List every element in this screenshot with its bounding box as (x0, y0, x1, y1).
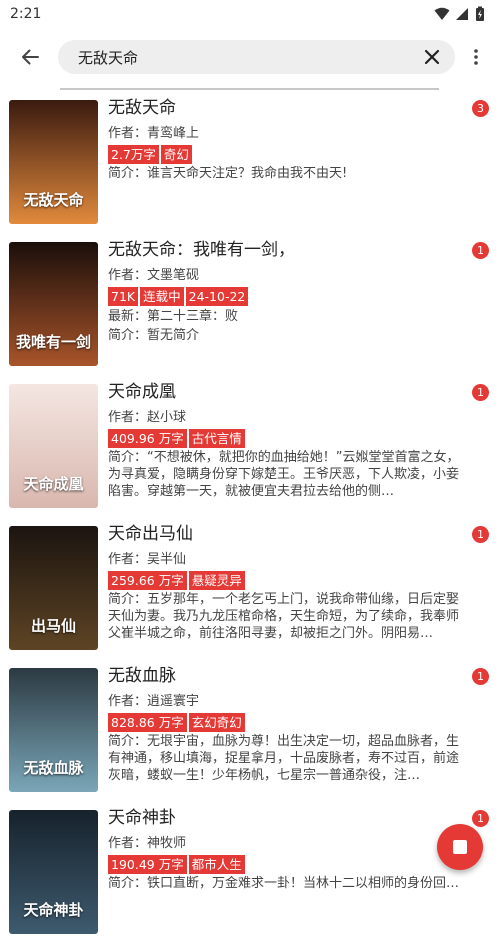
close-icon (424, 49, 440, 65)
cover-title-art: 我唯有一剑 (15, 333, 91, 351)
source-count-badge: 3 (472, 100, 489, 117)
book-author: 作者：神牧师 (108, 836, 187, 851)
book-cover: 出马仙 (9, 526, 98, 650)
book-title: 天命成凰 (108, 382, 176, 402)
book-tags: 259.66 万字 悬疑灵异 (108, 571, 461, 590)
book-tag: 71K (108, 287, 139, 306)
book-author: 作者：赵小球 (108, 410, 187, 425)
cover-title-art: 出马仙 (30, 617, 76, 635)
more-vert-icon (474, 49, 478, 65)
search-input[interactable] (76, 47, 419, 67)
book-tag: 玄幻奇幻 (188, 713, 245, 732)
book-author: 作者：逍遥寰宇 (108, 694, 200, 709)
more-options-button[interactable] (461, 35, 491, 79)
book-info: 无敌天命作者：青鸾峰上 2.7万字 奇幻简介：谁言天命天注定？我命由我不由天! (98, 90, 491, 232)
book-cover: 天命神卦 (9, 810, 98, 934)
cover-title-art: 无敌血脉 (23, 759, 84, 777)
book-tag: 409.96 万字 (108, 429, 187, 448)
book-info: 天命神卦作者：神牧师 190.49 万字 都市人生简介：铁口直断，万金难求一卦！当林… (98, 800, 491, 942)
book-tags: 190.49 万字 都市人生 (108, 855, 461, 874)
cover-title-art: 无敌天命 (23, 191, 84, 209)
cover-title-art: 天命神卦 (23, 901, 84, 919)
book-tag: 828.86 万字 (108, 713, 187, 732)
book-tag: 悬疑灵异 (188, 571, 245, 590)
book-cover: 天命成凰 (9, 384, 98, 508)
book-tags: 828.86 万字 玄幻奇幻 (108, 713, 461, 732)
battery-icon (476, 6, 484, 21)
signal-icon (456, 8, 468, 20)
book-tags: 71K 连载中 24-10-22 (108, 287, 461, 306)
book-info: 天命出马仙作者：吴半仙 259.66 万字 悬疑灵异简介：五岁那年，一个老乞丐上门，… (98, 516, 491, 658)
book-tag: 190.49 万字 (108, 855, 187, 874)
status-icons (434, 6, 485, 22)
book-cover: 无敌天命 (9, 100, 98, 224)
wifi-icon (434, 7, 450, 20)
source-count-badge: 1 (472, 810, 489, 827)
source-count-badge: 1 (472, 384, 489, 401)
arrow-left-icon (22, 49, 39, 65)
book-tag: 2.7万字 (108, 145, 159, 164)
book-intro: 简介：暂无简介 (108, 328, 200, 343)
book-info: 无敌血脉作者：逍遥寰宇 828.86 万字 玄幻奇幻简介：无垠宇宙，血脉为尊！出生决… (98, 658, 491, 800)
search-box (58, 40, 455, 74)
source-count-badge: 1 (472, 242, 489, 259)
status-time: 2:21 (10, 6, 42, 22)
book-list-item[interactable]: 天命神卦 天命神卦 作者：神牧师 190.49 万字 都市人生 简介：铁口直断，万金难求一… (0, 800, 499, 942)
book-list-item[interactable]: 无敌天命 无敌天命 作者：青鸾峰上 2.7万字 奇幻 简介：谁言天命天注定？我命由我不由天… (0, 90, 499, 232)
book-intro: 简介：“不想被休，就把你的血抽给她！”云娰堂堂首富之女，为寻真爱，隐瞒身份穿下嫁… (108, 450, 460, 499)
book-title: 无敌天命 (108, 98, 176, 118)
book-title: 天命神卦 (108, 808, 176, 828)
book-author: 作者：青鸾峰上 (108, 126, 200, 141)
book-tag: 奇幻 (160, 145, 192, 164)
book-latest-chapter: 最新：第二十三章：败 (108, 309, 239, 324)
book-info: 天命成凰作者：赵小球 409.96 万字 古代言情简介：“不想被休，就把你的血抽给她… (98, 374, 491, 516)
stop-icon (453, 840, 467, 854)
book-author: 作者：文墨笔砚 (108, 268, 200, 283)
book-intro: 简介：谁言天命天注定？我命由我不由天! (108, 166, 348, 181)
book-info: 无敌天命：我唯有一剑， 作者：文墨笔砚 71K 连载中 24-10-22 最新：第二十三章… (98, 232, 491, 374)
book-tag: 24-10-22 (185, 287, 249, 306)
book-tags: 2.7万字 奇幻 (108, 145, 461, 164)
back-button[interactable] (8, 35, 52, 79)
clear-search-button[interactable] (419, 44, 445, 70)
app-bar (0, 28, 499, 86)
book-tags: 409.96 万字 古代言情 (108, 429, 461, 448)
book-list-item[interactable]: 我唯有一剑 无敌天命：我唯有一剑， 作者：文墨笔砚 71K 连载中 24-10-22 最新：… (0, 232, 499, 374)
book-list-item[interactable]: 天命成凰 天命成凰 作者：赵小球 409.96 万字 古代言情 简介：“不想被休，就把你的… (0, 374, 499, 516)
book-tag: 连载中 (140, 287, 184, 306)
book-intro: 简介：铁口直断，万金难求一卦！当林十二以相师的身份回… (108, 876, 460, 891)
book-intro: 简介：无垠宇宙，血脉为尊！出生决定一切，超品血脉者，生有神通，移山填海，捉星拿月… (108, 734, 460, 783)
book-cover: 无敌血脉 (9, 668, 98, 792)
book-title: 天命出马仙 (108, 524, 193, 544)
stop-search-button[interactable] (437, 824, 483, 870)
book-tag: 古代言情 (188, 429, 245, 448)
book-title: 无敌天命：我唯有一剑， (108, 240, 295, 260)
status-bar: 2:21 (0, 0, 499, 28)
book-title: 无敌血脉 (108, 666, 176, 686)
book-tag: 都市人生 (188, 855, 245, 874)
book-tag: 259.66 万字 (108, 571, 187, 590)
book-cover: 我唯有一剑 (9, 242, 98, 366)
book-list-item[interactable]: 出马仙 天命出马仙作者：吴半仙 259.66 万字 悬疑灵异简介：五岁那年，一个老乞丐… (0, 516, 499, 658)
cover-title-art: 天命成凰 (23, 475, 84, 493)
book-list-item[interactable]: 无敌血脉 无敌血脉 作者：逍遥寰宇 828.86 万字 玄幻奇幻 简介：无垠宇宙，血脉为尊… (0, 658, 499, 800)
search-results-list: 无敌天命 无敌天命 作者：青鸾峰上 2.7万字 奇幻 简介：谁言天命天注定？我命由我不由天… (0, 90, 499, 942)
book-author: 作者：吴半仙 (108, 552, 187, 567)
source-count-badge: 1 (472, 668, 489, 685)
book-intro: 简介：五岁那年，一个老乞丐上门，说我命带仙缘，日后定娶天仙为妻。我乃九龙压棺命格… (108, 592, 460, 641)
source-count-badge: 1 (472, 526, 489, 543)
